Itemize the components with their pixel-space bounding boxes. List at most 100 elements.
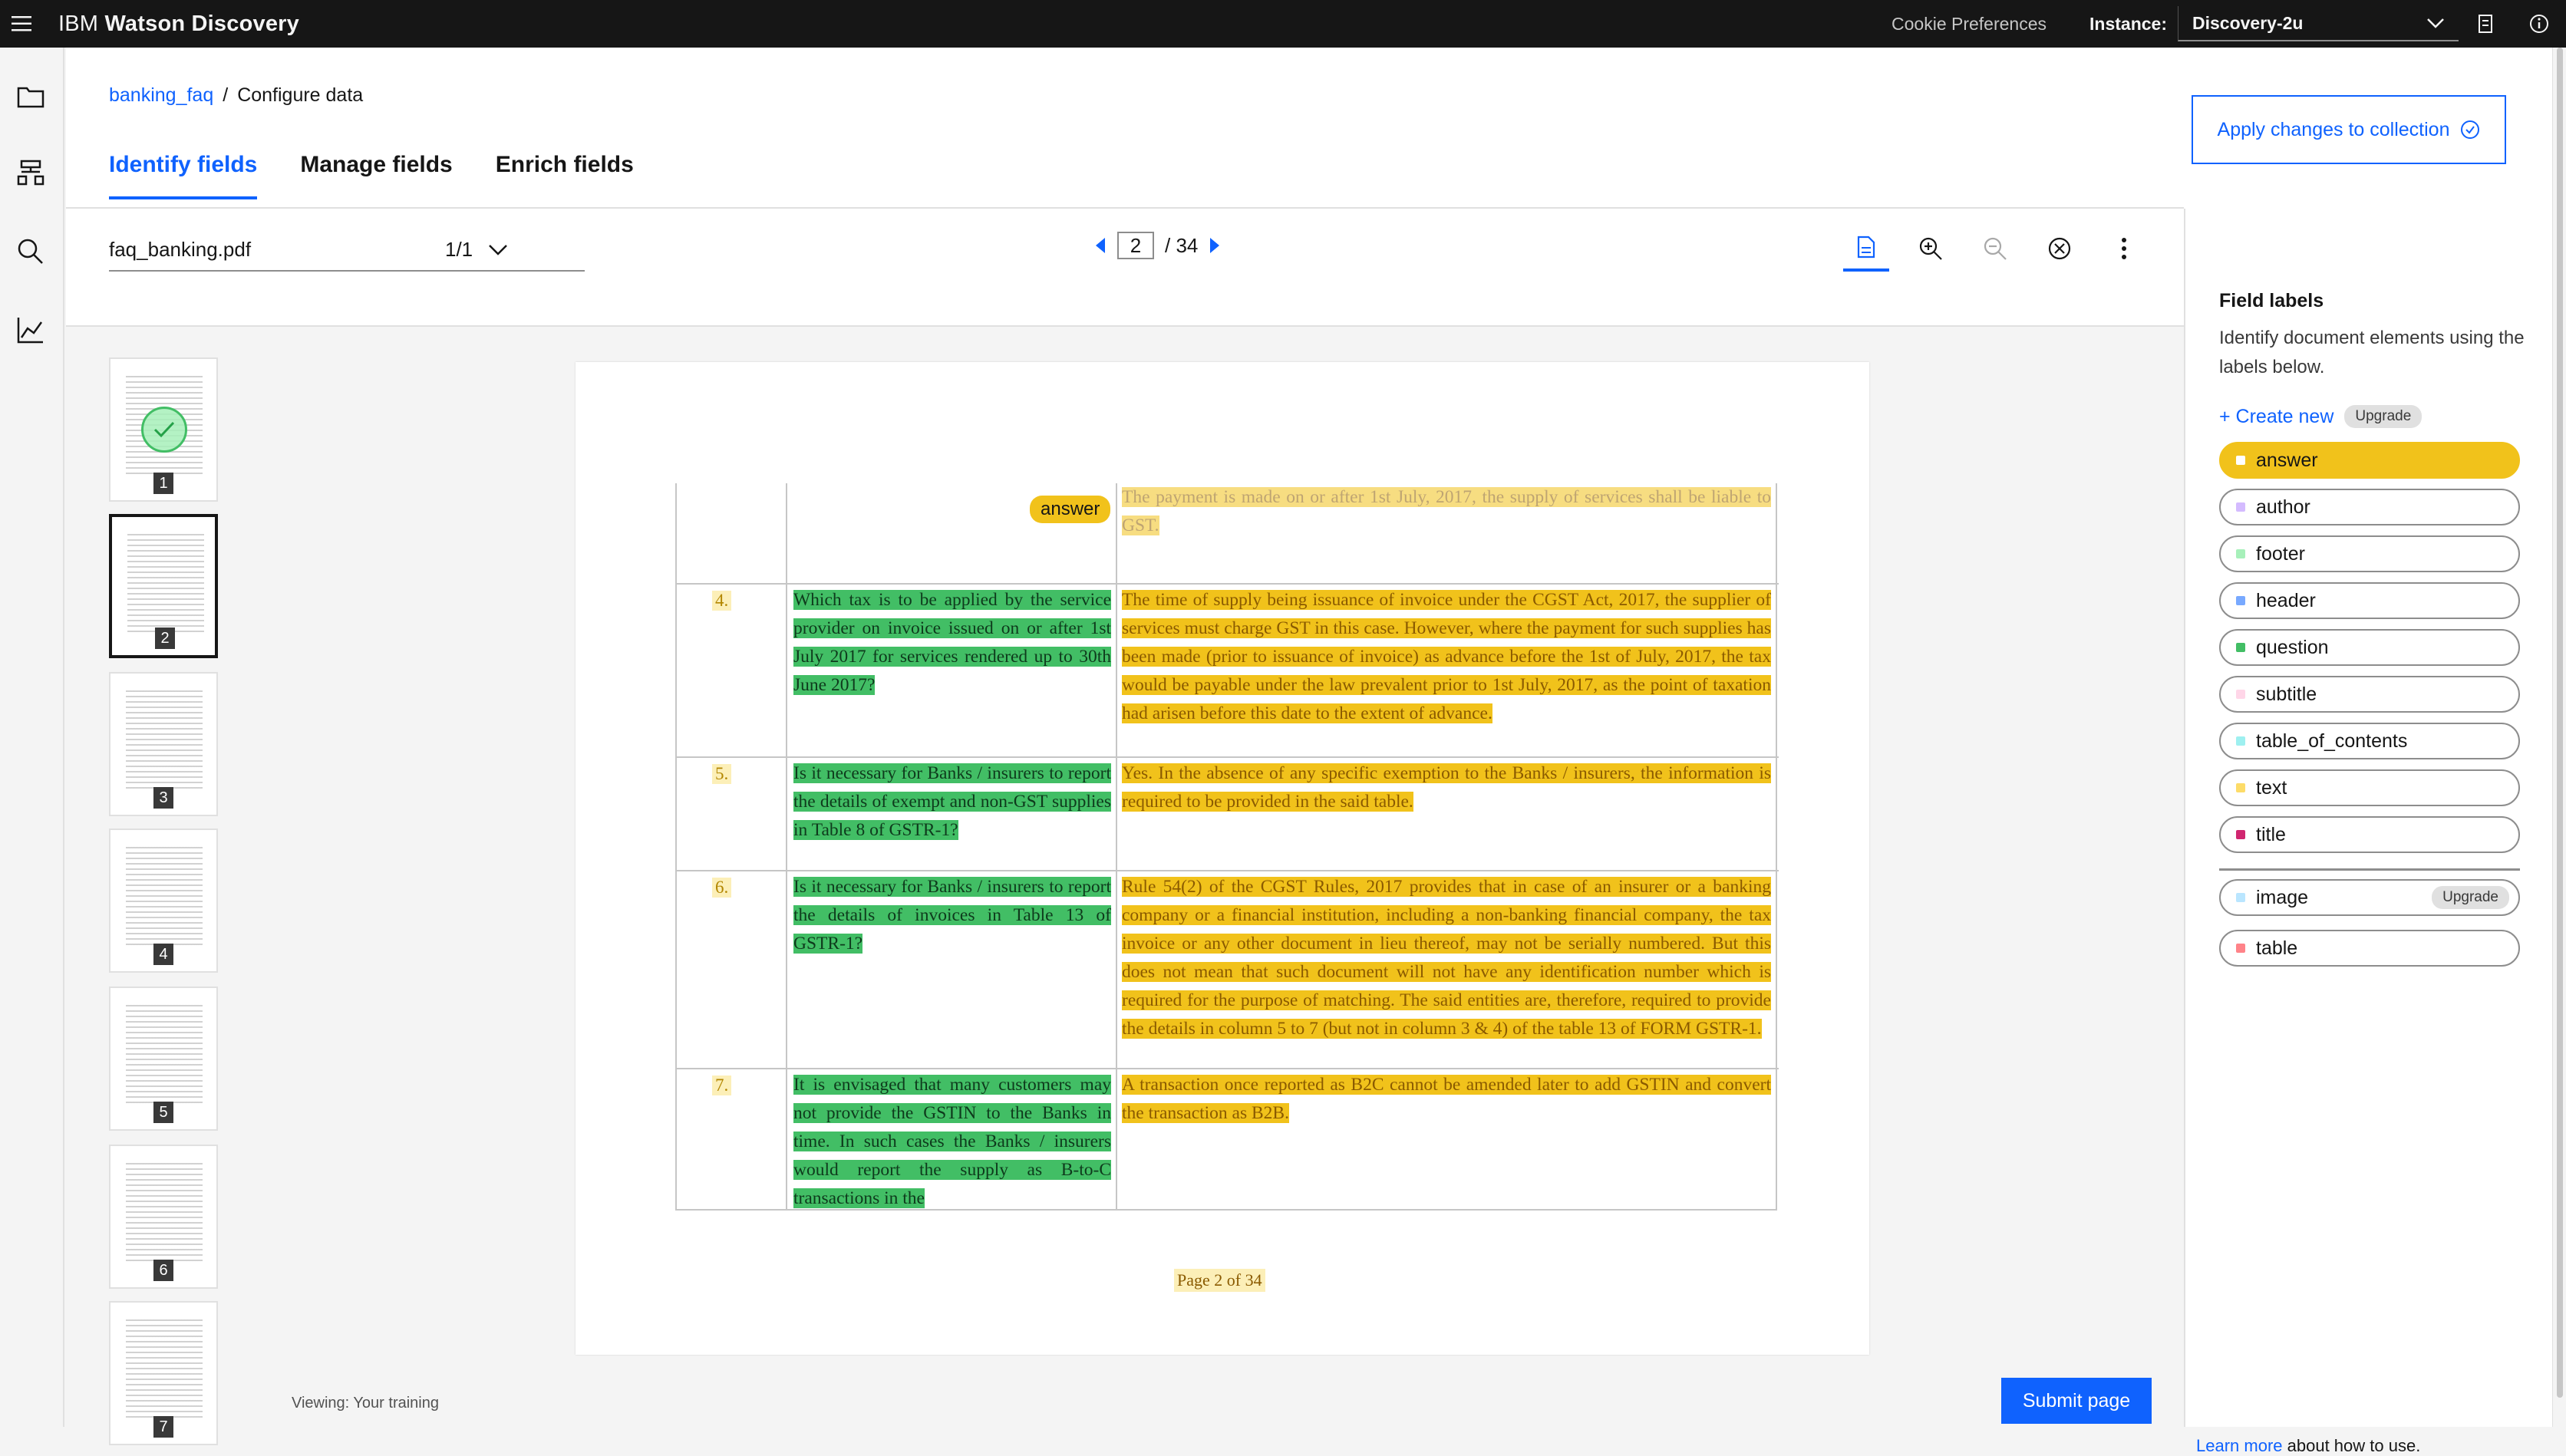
question-text: Is it necessary for Banks / insurers to … — [793, 877, 1111, 954]
tab-identify-fields[interactable]: Identify fields — [109, 152, 258, 199]
question-field[interactable]: Is it necessary for Banks / insurers to … — [793, 759, 1111, 845]
label-footer[interactable]: footer — [2219, 535, 2520, 572]
breadcrumb-link-collection[interactable]: banking_faq — [109, 84, 213, 106]
submit-page-button[interactable]: Submit page — [2001, 1378, 2152, 1424]
upgrade-badge: Upgrade — [2432, 886, 2509, 909]
product-name[interactable]: IBM Watson Discovery — [58, 12, 299, 37]
zoom-in-icon[interactable] — [1908, 226, 1954, 272]
label-name: answer — [2256, 449, 2318, 471]
cookie-preferences-link[interactable]: Cookie Preferences — [1892, 14, 2047, 35]
label-color-dot — [2236, 502, 2245, 512]
analytics-icon[interactable] — [12, 311, 49, 348]
learn-more-link[interactable]: Learn more — [2196, 1436, 2283, 1455]
table-row-divider — [677, 1068, 1779, 1069]
label-header[interactable]: header — [2219, 582, 2520, 619]
page-total: / 34 — [1165, 233, 1199, 257]
label-name: question — [2256, 636, 2329, 658]
document-view-icon[interactable] — [1843, 226, 1889, 272]
answer-text: A transaction once reported as B2C canno… — [1122, 1075, 1771, 1123]
question-text: Is it necessary for Banks / insurers to … — [793, 763, 1111, 840]
page-thumbnail[interactable]: 4 — [109, 828, 218, 973]
next-page-icon[interactable] — [1209, 236, 1221, 255]
label-question[interactable]: question — [2219, 629, 2520, 666]
document-viewer: 1 2 3 4 5 6 7 The payment is made on or … — [66, 327, 2184, 1445]
question-field[interactable]: It is envisaged that many customers may … — [793, 1071, 1111, 1209]
file-selector[interactable]: 1/1 — [445, 238, 508, 262]
folder-icon[interactable] — [12, 78, 49, 115]
label-name: header — [2256, 589, 2316, 611]
tab-enrich-fields[interactable]: Enrich fields — [496, 152, 634, 199]
label-subtitle[interactable]: subtitle — [2219, 676, 2520, 713]
clear-icon[interactable] — [2037, 226, 2083, 272]
page-thumbnail[interactable]: 2 — [109, 514, 218, 658]
label-name: table_of_contents — [2256, 730, 2408, 752]
question-number: 7. — [712, 1076, 732, 1095]
create-new-label-link[interactable]: + Create new Upgrade — [2219, 405, 2423, 428]
question-field[interactable]: Which tax is to be applied by the servic… — [793, 586, 1111, 700]
chevron-down-icon — [489, 244, 508, 255]
page-thumbnail[interactable]: 5 — [109, 987, 218, 1131]
document-table: The payment is made on or after 1st July… — [675, 483, 1779, 1211]
viewer-tools — [1843, 226, 2147, 272]
label-name: text — [2256, 776, 2287, 799]
thumbnail-preview — [126, 1163, 203, 1263]
learn-more-suffix: about how to use. — [2282, 1436, 2421, 1455]
breadcrumb: banking_faq / Configure data — [109, 84, 363, 107]
question-text: It is envisaged that many customers may … — [793, 1075, 1111, 1208]
apply-changes-button[interactable]: Apply changes to collection — [2192, 95, 2506, 164]
thumbnail-number: 5 — [153, 1102, 173, 1123]
page-navigation: 2 / 34 — [1094, 232, 1221, 259]
answer-label-tag[interactable]: answer — [1030, 496, 1111, 523]
label-color-dot — [2236, 549, 2245, 558]
label-color-dot — [2236, 893, 2245, 902]
thumbnail-preview — [126, 1005, 203, 1105]
label-color-dot — [2236, 944, 2245, 953]
page-thumbnail[interactable]: 6 — [109, 1145, 218, 1289]
notes-icon[interactable] — [2459, 0, 2512, 48]
label-table-of-contents[interactable]: table_of_contents — [2219, 723, 2520, 759]
page-number-input[interactable]: 2 — [1117, 232, 1154, 259]
answer-field[interactable]: Yes. In the absence of any specific exem… — [1122, 759, 1771, 816]
tab-list: Identify fields Manage fields Enrich fie… — [109, 152, 634, 199]
instance-dropdown[interactable]: Discovery-2u — [2178, 6, 2459, 41]
label-answer[interactable]: answer — [2219, 442, 2520, 479]
page-thumbnail[interactable]: 3 — [109, 672, 218, 816]
previous-page-icon[interactable] — [1094, 236, 1107, 255]
answer-field[interactable]: A transaction once reported as B2C canno… — [1122, 1071, 1771, 1128]
page-thumbnail[interactable]: 1 — [109, 357, 218, 502]
label-name: subtitle — [2256, 683, 2317, 705]
label-color-dot — [2236, 736, 2245, 746]
thumbnail-preview — [127, 534, 204, 634]
label-author[interactable]: author — [2219, 489, 2520, 525]
top-bar: IBM Watson Discovery Cookie Preferences … — [0, 0, 2566, 48]
label-text[interactable]: text — [2219, 769, 2520, 806]
thumbnail-number: 4 — [153, 944, 173, 965]
zoom-out-icon[interactable] — [1972, 226, 2018, 272]
file-selector-underline — [109, 270, 585, 272]
page-thumbnail[interactable]: 7 — [109, 1301, 218, 1445]
table-row-divider — [677, 870, 1779, 871]
label-color-dot — [2236, 690, 2245, 699]
label-table[interactable]: table — [2219, 930, 2520, 967]
thumbnail-preview — [126, 690, 203, 790]
tab-manage-fields[interactable]: Manage fields — [300, 152, 452, 199]
viewing-status: Viewing: Your training — [292, 1395, 439, 1412]
search-icon[interactable] — [12, 233, 49, 270]
field-labels-panel: Field labels Identify document elements … — [2184, 209, 2552, 1455]
data-structure-icon[interactable] — [12, 155, 49, 192]
help-icon[interactable] — [2512, 0, 2566, 48]
overflow-menu-icon[interactable] — [2101, 226, 2147, 272]
label-name: table — [2256, 937, 2298, 959]
answer-field[interactable]: Rule 54(2) of the CGST Rules, 2017 provi… — [1122, 873, 1771, 1043]
label-title[interactable]: title — [2219, 816, 2520, 853]
label-image[interactable]: image Upgrade — [2219, 879, 2520, 916]
menu-icon[interactable] — [0, 0, 43, 48]
document-page: The payment is made on or after 1st July… — [576, 362, 1869, 1355]
question-field[interactable]: Is it necessary for Banks / insurers to … — [793, 873, 1111, 958]
label-color-dot — [2236, 596, 2245, 605]
panel-title: Field labels — [2219, 290, 2324, 311]
scrollbar-thumb[interactable] — [2557, 48, 2563, 1398]
label-color-dot — [2236, 456, 2245, 465]
answer-field[interactable]: The time of supply being issuance of inv… — [1122, 586, 1771, 728]
answer-field[interactable]: The payment is made on or after 1st July… — [1122, 483, 1771, 540]
